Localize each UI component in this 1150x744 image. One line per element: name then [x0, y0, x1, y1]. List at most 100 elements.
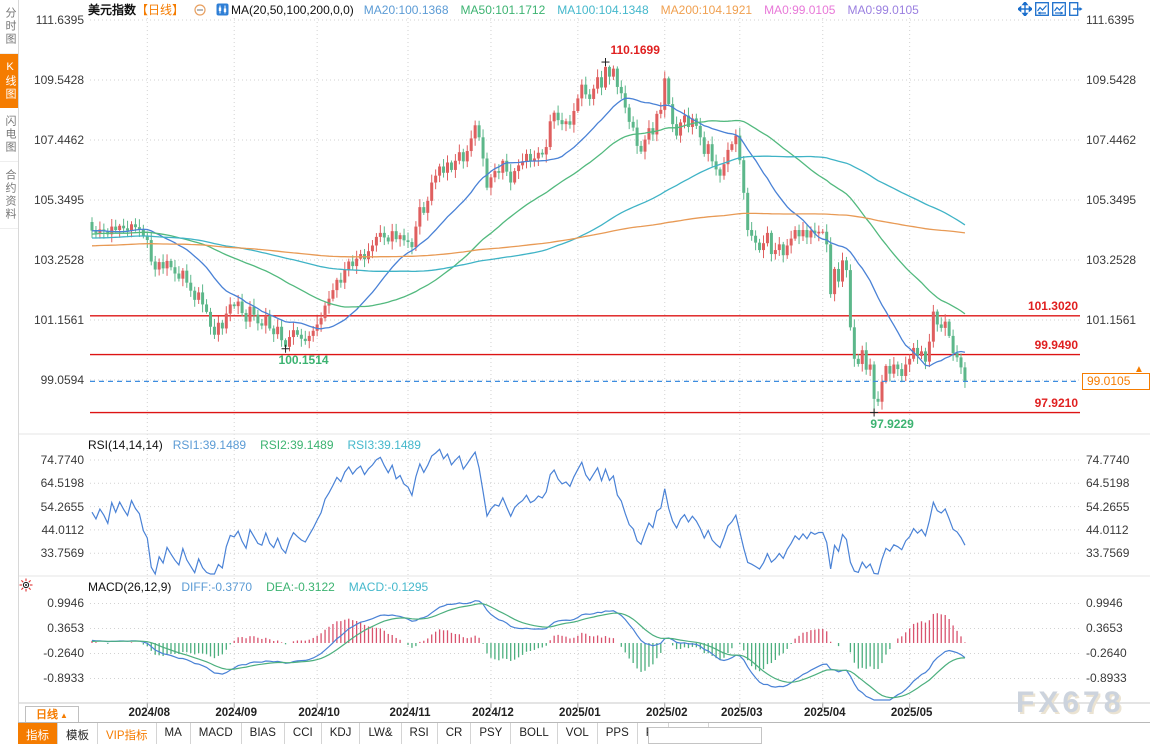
rsi-value: RSI2:39.1489: [260, 437, 334, 452]
y-axis-label-right: 103.2528: [1086, 252, 1137, 267]
rsi-axis-label-right: 33.7569: [1086, 546, 1130, 561]
x-axis-date: 2024/12: [472, 707, 514, 719]
x-axis-date: 2025/02: [645, 707, 688, 719]
ma-value: MA0:99.0105: [764, 2, 836, 17]
price-up-arrow: ▲: [1134, 364, 1144, 375]
toolbar-item-VIP指标[interactable]: VIP指标: [98, 723, 157, 744]
toolbar-item-MACD[interactable]: MACD: [191, 723, 242, 744]
macd-value: DEA:-0.3122: [266, 579, 335, 594]
rsi-panel-header: RSI(14,14,14) RSI1:39.1489 RSI2:39.1489 RS…: [88, 437, 421, 452]
level-label: 101.3020: [1027, 298, 1078, 313]
rsi-axis-label-right: 54.2655: [1086, 499, 1130, 514]
macd-axis-label-left: -0.8933: [43, 671, 84, 686]
x-axis-date: 2024/09: [215, 707, 257, 719]
chart-application: 分时图 K线图 闪电图 合约资料 美元指数 【日线】 MA(20,50,100,…: [0, 0, 1150, 744]
toolbar-item-LW&[interactable]: LW&: [360, 723, 402, 744]
y-axis-label-left: 105.3495: [33, 192, 84, 207]
toolbar-item-MA[interactable]: MA: [157, 723, 191, 744]
macd-axis-label-left: -0.2640: [43, 646, 84, 661]
rsi-axis-label-right: 64.5198: [1086, 476, 1130, 491]
ma-value: MA200:104.1921: [660, 2, 753, 17]
toolbar-item-CR[interactable]: CR: [438, 723, 472, 744]
y-axis-label-left: 109.5428: [33, 72, 84, 87]
toolbar-item-BOLL[interactable]: BOLL: [511, 723, 558, 744]
exit-right-icon[interactable]: [1069, 2, 1083, 16]
toolbar-item-BIAS[interactable]: BIAS: [242, 723, 285, 744]
chart-canvas: [18, 18, 1150, 708]
macd-values-group: DIFF:-0.3770 DEA:-0.3122 MACD:-0.1295: [181, 580, 428, 594]
macd-axis-label-left: 0.3653: [47, 621, 84, 636]
macd-panel-header: MACD(26,12,9) DIFF:-0.3770 DEA:-0.3122 MAC…: [88, 579, 428, 594]
watermark: FX678: [1016, 686, 1125, 719]
toolbar-item-指标[interactable]: 指标: [18, 723, 58, 744]
x-axis-date: 2025/05: [890, 707, 933, 719]
y-axis-label-left: 101.1561: [33, 312, 84, 327]
chart-tool-icons: [1018, 2, 1083, 16]
period-selector-label: 日线: [36, 709, 59, 721]
rsi-value: RSI3:39.1489: [347, 437, 421, 452]
sidebar-tab-timeshare[interactable]: 分时图: [0, 0, 18, 54]
pan-crosshair-icon[interactable]: [1018, 2, 1032, 16]
y-axis-label-right: 101.1561: [1086, 312, 1137, 327]
macd-value: DIFF:-0.3770: [181, 579, 253, 594]
macd-axis-label-right: -0.8933: [1086, 671, 1127, 686]
toolbar-item-PPS[interactable]: PPS: [598, 723, 638, 744]
toolbar-item-CCI[interactable]: CCI: [285, 723, 322, 744]
ma-value: MA100:104.1348: [557, 2, 649, 17]
macd-axis-label-right: -0.2640: [1086, 646, 1127, 661]
indicator-toolbar: 指标 模板 VIP指标 MA MACD BIAS CCI KDJ LW& RSI CR PSY BOLL…: [18, 722, 1150, 744]
level-label: 97.9210: [1034, 395, 1078, 410]
sidebar-tab-lightning[interactable]: 闪电图: [0, 108, 18, 162]
macd-axis-label-right: 0.3653: [1086, 621, 1123, 636]
y-axis-label-right: 107.4462: [1086, 132, 1137, 147]
current-price-box: 99.0105: [1082, 373, 1150, 391]
rsi-axis-label-right: 74.7740: [1086, 453, 1130, 467]
rsi-axis-label-left: 44.0112: [41, 522, 85, 537]
y-axis-label-right: 105.3495: [1086, 192, 1137, 207]
ma-value: MA50:101.1712: [460, 2, 546, 17]
dropdown-arrow-icon: ▲: [60, 711, 68, 720]
high-annotation: 110.1699: [610, 43, 660, 58]
x-axis-date: 2025/04: [803, 707, 846, 719]
candlestick-chart-icon: [216, 3, 229, 16]
level-label: 99.9490: [1034, 337, 1078, 352]
x-axis-date: 2025/01: [559, 707, 601, 719]
x-axis-date: 2025/03: [721, 707, 763, 719]
y-axis-label-left: 107.4462: [33, 132, 84, 147]
main-chart-header: 美元指数 【日线】 MA(20,50,100,200,0,0) MA20:100…: [88, 1, 919, 18]
sun-indicator-icon[interactable]: [19, 578, 33, 597]
rsi-axis-label-left: 33.7569: [40, 546, 84, 561]
sidebar-tab-kline[interactable]: K线图: [0, 54, 18, 108]
chart-mode-sidebar: 分时图 K线图 闪电图 合约资料: [0, 0, 19, 744]
ma-value: MA0:99.0105: [847, 2, 919, 17]
macd-axis-label-right: 0.9946: [1086, 596, 1123, 611]
toolbar-item-PSY[interactable]: PSY: [471, 723, 512, 744]
x-axis-date: 2024/11: [389, 707, 431, 719]
y-axis-label-right: 109.5428: [1086, 72, 1137, 87]
toolbar-empty-box: [648, 727, 762, 744]
rsi-axis-label-left: 54.2655: [40, 499, 84, 514]
toolbar-item-KDJ[interactable]: KDJ: [322, 723, 361, 744]
rsi-value: RSI1:39.1489: [172, 437, 247, 452]
macd-title: MACD(26,12,9): [88, 579, 172, 594]
ma-value: MA20:100.1368: [363, 2, 449, 17]
x-axis-date: 2024/08: [128, 707, 171, 719]
symbol-title: 美元指数: [88, 3, 137, 17]
ma-settings-label: MA(20,50,100,200,0,0): [231, 2, 354, 17]
sidebar-tab-contract-info[interactable]: 合约资料: [0, 162, 18, 229]
period-tag: 【日线】: [136, 3, 185, 17]
y-axis-label-right: 111.6395: [1086, 13, 1135, 27]
zoom-x-out-icon[interactable]: [1035, 2, 1049, 16]
low-annotation: 97.9229: [870, 416, 914, 431]
collapse-icon[interactable]: [194, 3, 206, 16]
toolbar-item-模板[interactable]: 模板: [58, 723, 98, 744]
zoom-x-in-icon[interactable]: [1052, 2, 1066, 16]
rsi-title: RSI(14,14,14): [88, 437, 163, 452]
low-annotation: 100.1514: [278, 352, 329, 367]
rsi-axis-label-left: 64.5198: [40, 476, 84, 491]
rsi-values-group: RSI1:39.1489 RSI2:39.1489 RSI3:39.1489: [173, 438, 421, 452]
toolbar-item-VOL[interactable]: VOL: [558, 723, 598, 744]
toolbar-item-RSI[interactable]: RSI: [402, 723, 438, 744]
macd-value: MACD:-0.1295: [348, 579, 429, 594]
rsi-axis-label-right: 44.0112: [1086, 522, 1129, 537]
